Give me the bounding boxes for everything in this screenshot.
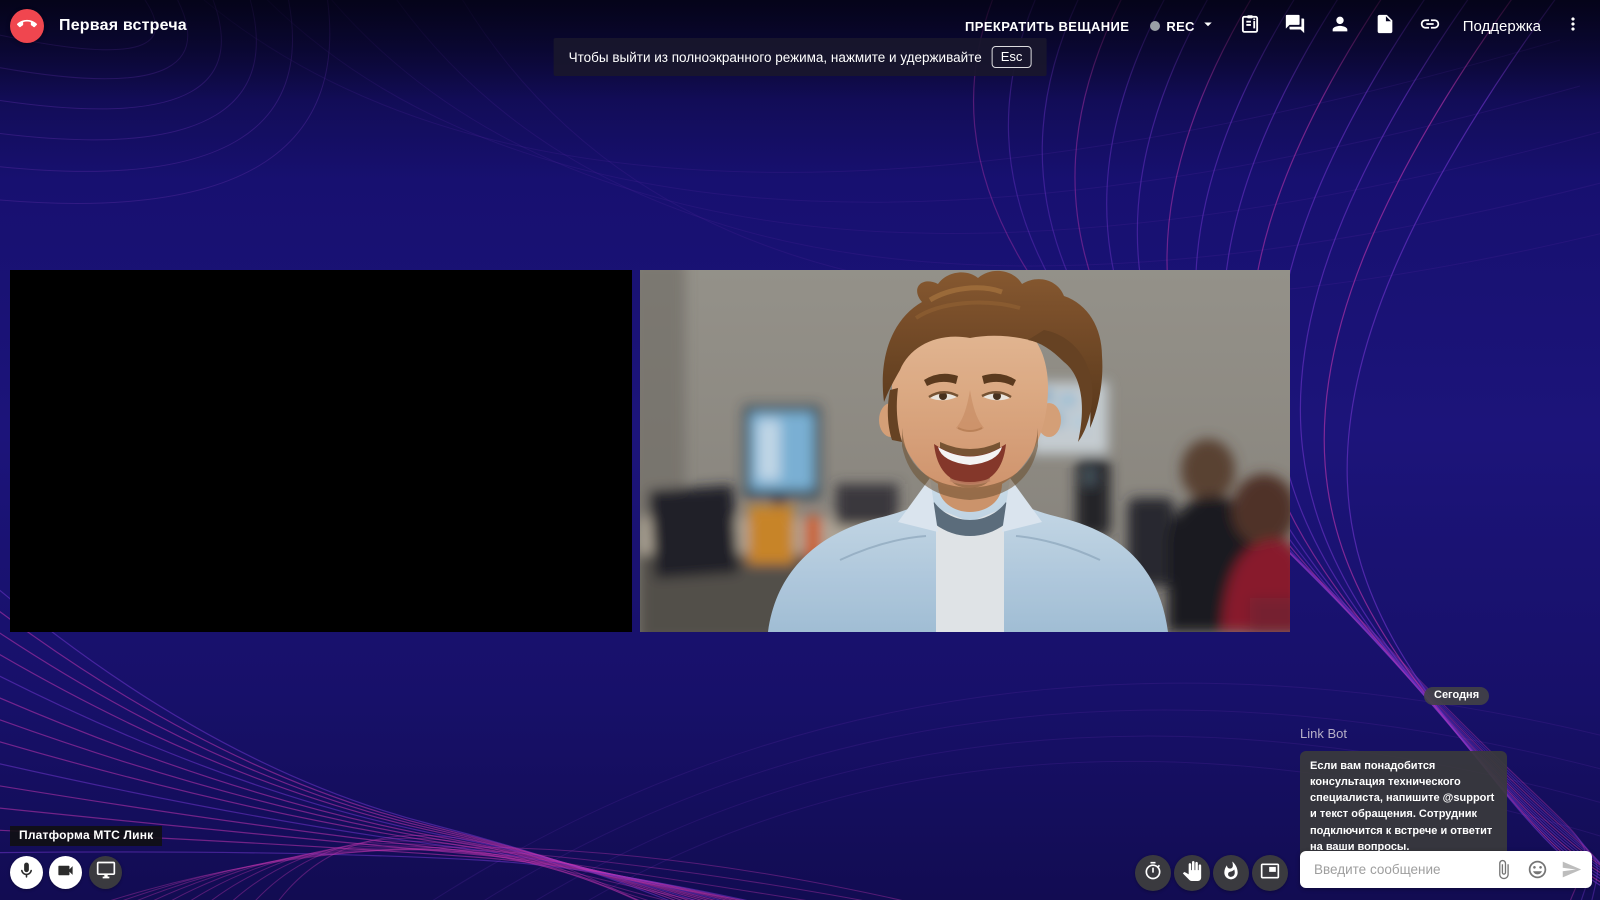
participants-icon [1329,13,1351,40]
link-button[interactable] [1418,14,1442,38]
emoji-button[interactable] [1527,859,1548,880]
meeting-title: Первая встреча [59,17,187,35]
chat-message-bubble: Если вам понадобится консультация технич… [1300,751,1507,863]
rec-dot-icon [1150,21,1160,31]
emoji-icon [1527,859,1548,880]
esc-key-badge: Esc [992,46,1032,68]
attach-file-button[interactable] [1493,859,1514,880]
send-button[interactable] [1561,859,1582,880]
topbar-right: ПРЕКРАТИТЬ ВЕЩАНИЕ REC [965,14,1584,38]
stop-broadcast-button[interactable]: ПРЕКРАТИТЬ ВЕЩАНИЕ [965,19,1129,34]
document-button[interactable] [1373,14,1397,38]
fullscreen-exit-toast: Чтобы выйти из полноэкранного режима, на… [554,38,1047,76]
link-icon [1419,13,1441,40]
more-menu-button[interactable] [1562,14,1584,38]
fire-icon [1221,861,1241,886]
rec-menu[interactable]: REC [1150,15,1216,38]
camera-icon [56,861,75,885]
notes-icon [1239,13,1261,40]
raise-hand-button[interactable] [1174,855,1210,891]
participants-button[interactable] [1328,14,1352,38]
hangup-button[interactable] [10,9,44,43]
speaker-video-frame [640,270,1290,632]
chat-sender-name: Link Bot [1300,726,1347,741]
picture-in-picture-icon [1260,861,1280,886]
picture-in-picture-button[interactable] [1252,855,1288,891]
call-end-icon [17,14,37,39]
video-tile-camera-off[interactable] [10,270,632,632]
notes-button[interactable] [1238,14,1262,38]
video-tile-speaker[interactable] [640,270,1290,632]
paperclip-icon [1493,859,1514,880]
support-button[interactable]: Поддержка [1463,18,1541,35]
raise-hand-icon [1182,861,1202,886]
screen-share-icon [96,860,116,885]
chat-icon [1284,13,1306,40]
toast-text: Чтобы выйти из полноэкранного режима, на… [569,50,982,65]
camera-button[interactable] [49,856,82,889]
chat-input-bar [1300,851,1592,888]
topbar-left: Первая встреча [10,9,187,43]
timer-button[interactable] [1135,855,1171,891]
send-icon [1561,859,1582,880]
microphone-icon [17,861,36,885]
chevron-down-icon [1201,15,1217,38]
rec-label: REC [1166,19,1194,34]
chat-button[interactable] [1283,14,1307,38]
message-input[interactable] [1312,861,1480,878]
fire-reaction-button[interactable] [1213,855,1249,891]
kebab-menu-icon [1563,14,1583,39]
chat-date-badge: Сегодня [1424,687,1489,705]
timer-icon [1143,861,1163,886]
screen-share-button[interactable] [89,856,122,889]
microphone-button[interactable] [10,856,43,889]
platform-watermark: Платформа МТС Линк [10,826,162,846]
document-icon [1374,13,1396,40]
